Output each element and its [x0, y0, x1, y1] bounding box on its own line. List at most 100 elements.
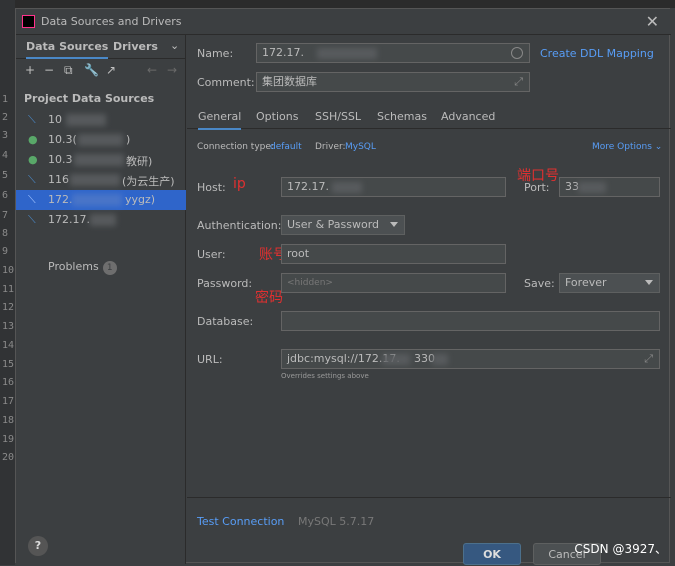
datasources-toolbar: + − ⧉ 🔧 ↗ ← → — [16, 59, 186, 83]
line-number: 18 — [2, 415, 15, 426]
database-field[interactable] — [281, 311, 660, 331]
close-icon[interactable]: ✕ — [646, 12, 659, 31]
line-number: 12 — [2, 302, 15, 313]
dialog-titlebar: Data Sources and Drivers ✕ — [16, 9, 671, 35]
tab-advanced[interactable]: Advanced — [441, 110, 495, 123]
line-number: 16 — [2, 377, 15, 388]
section-title: Project Data Sources — [24, 92, 155, 105]
line-number: 15 — [2, 359, 15, 370]
watermark: CSDN @3927、 — [574, 542, 667, 556]
save-select[interactable]: Forever — [559, 273, 660, 293]
datasources-panel: Data Sources Drivers ⌄ + − ⧉ 🔧 ↗ ← → Pro… — [16, 35, 186, 564]
datasource-item[interactable]: ⟍ 116 (为云生产) — [16, 170, 186, 190]
user-field[interactable]: root — [281, 244, 506, 264]
datasource-item[interactable]: ● 10.3 教研) — [16, 150, 186, 170]
line-number: 8 — [2, 228, 9, 239]
more-options-link[interactable]: More Options ⌄ — [592, 142, 662, 152]
line-number: 6 — [2, 190, 9, 201]
line-number: 7 — [2, 210, 9, 221]
datasource-item[interactable]: ⟍ 10 — [16, 110, 186, 130]
mongo-leaf-icon: ● — [28, 153, 38, 166]
comment-field[interactable]: 集团数据库 ⤢ — [256, 72, 530, 92]
save-label: Save: — [524, 277, 555, 290]
line-number: 20 — [2, 452, 15, 463]
password-label: Password: — [197, 277, 253, 290]
database-label: Database: — [197, 315, 254, 328]
editor-gutter: 1 2 3 4 5 6 7 8 9 10 11 12 13 14 15 16 1… — [0, 0, 15, 565]
line-number: 4 — [2, 150, 9, 161]
line-number: 9 — [2, 246, 9, 257]
wrench-icon[interactable]: 🔧 — [84, 63, 99, 77]
port-label: Port: — [524, 181, 550, 194]
problems-item[interactable]: Problems 1 — [48, 260, 117, 275]
datasource-item[interactable]: ⟍ 172.17. — [16, 210, 186, 230]
expand-icon[interactable]: ⤢ — [644, 350, 653, 368]
driver-label: Driver: — [315, 142, 346, 152]
jump-to-icon[interactable]: ↗ — [106, 63, 116, 77]
connection-type-link[interactable]: default — [270, 142, 302, 152]
name-field[interactable]: 172.17. — [256, 43, 530, 63]
line-number: 17 — [2, 396, 15, 407]
annotation-ip: ip — [233, 176, 246, 192]
add-icon[interactable]: + — [25, 63, 35, 77]
user-label: User: — [197, 248, 226, 261]
dialog-title: Data Sources and Drivers — [41, 15, 182, 28]
host-field[interactable]: 172.17. — [281, 177, 506, 197]
password-field[interactable]: <hidden> — [281, 273, 506, 293]
help-icon[interactable]: ? — [28, 536, 48, 556]
tab-drivers[interactable]: Drivers — [113, 40, 158, 53]
line-number: 1 — [2, 94, 9, 105]
problems-label: Problems — [48, 260, 99, 273]
port-field[interactable]: 33 — [559, 177, 660, 197]
line-number: 5 — [2, 170, 9, 181]
problems-count-badge: 1 — [102, 261, 117, 275]
line-number: 3 — [2, 130, 9, 141]
chevron-down-icon — [645, 280, 653, 285]
copy-icon[interactable]: ⧉ — [64, 63, 73, 78]
tab-schemas[interactable]: Schemas — [377, 110, 427, 123]
name-label: Name: — [197, 47, 234, 60]
create-ddl-mapping-link[interactable]: Create DDL Mapping — [540, 47, 654, 60]
tab-general[interactable]: General — [198, 110, 242, 130]
tab-options[interactable]: Options — [256, 110, 298, 123]
line-number: 19 — [2, 434, 15, 445]
host-label: Host: — [197, 181, 226, 194]
chevron-down-icon[interactable]: ⌄ — [170, 39, 179, 52]
mysql-version: MySQL 5.7.17 — [298, 515, 375, 528]
line-number: 13 — [2, 321, 15, 332]
datasource-settings: Name: 172.17. Create DDL Mapping Comment… — [187, 35, 671, 565]
mongo-leaf-icon: ● — [28, 133, 38, 146]
line-number: 11 — [2, 284, 15, 295]
remove-icon[interactable]: − — [44, 63, 54, 77]
tab-data-sources[interactable]: Data Sources — [26, 40, 109, 59]
annotation-password: 密码 — [255, 290, 283, 306]
comment-label: Comment: — [197, 76, 255, 89]
authentication-select[interactable]: User & Password — [281, 215, 405, 235]
left-tabs: Data Sources Drivers ⌄ — [16, 35, 186, 59]
data-sources-dialog: Data Sources and Drivers ✕ Data Sources … — [15, 8, 671, 565]
datasource-item-selected[interactable]: ⟍ 172. yygz) — [16, 190, 186, 210]
ide-background-strip — [0, 0, 675, 8]
line-number: 14 — [2, 340, 15, 351]
connection-type-label: Connection type: — [197, 142, 274, 152]
datagrip-app-icon — [22, 15, 35, 28]
authentication-label: Authentication: — [197, 219, 282, 232]
test-connection-link[interactable]: Test Connection — [197, 515, 284, 528]
tab-ssh-ssl[interactable]: SSH/SSL — [315, 110, 361, 123]
line-number: 2 — [2, 112, 9, 123]
chevron-down-icon — [390, 222, 398, 227]
color-circle-icon[interactable] — [511, 47, 523, 59]
mysql-icon: ⟍ — [28, 113, 36, 126]
datasource-item[interactable]: ● 10.3( ) — [16, 130, 186, 150]
expand-icon[interactable]: ⤢ — [514, 73, 523, 91]
forward-arrow-icon[interactable]: → — [167, 63, 177, 77]
ok-button[interactable]: OK — [463, 543, 521, 565]
url-note: Overrides settings above — [281, 372, 369, 380]
mysql-icon: ⟍ — [28, 193, 36, 206]
footer-divider — [187, 497, 671, 498]
url-field[interactable]: jdbc:mysql://172.17. 330 ⤢ — [281, 349, 660, 369]
back-arrow-icon[interactable]: ← — [147, 63, 157, 77]
driver-link[interactable]: MySQL — [345, 142, 376, 152]
mysql-icon: ⟍ — [28, 213, 36, 226]
line-number: 10 — [2, 265, 15, 276]
